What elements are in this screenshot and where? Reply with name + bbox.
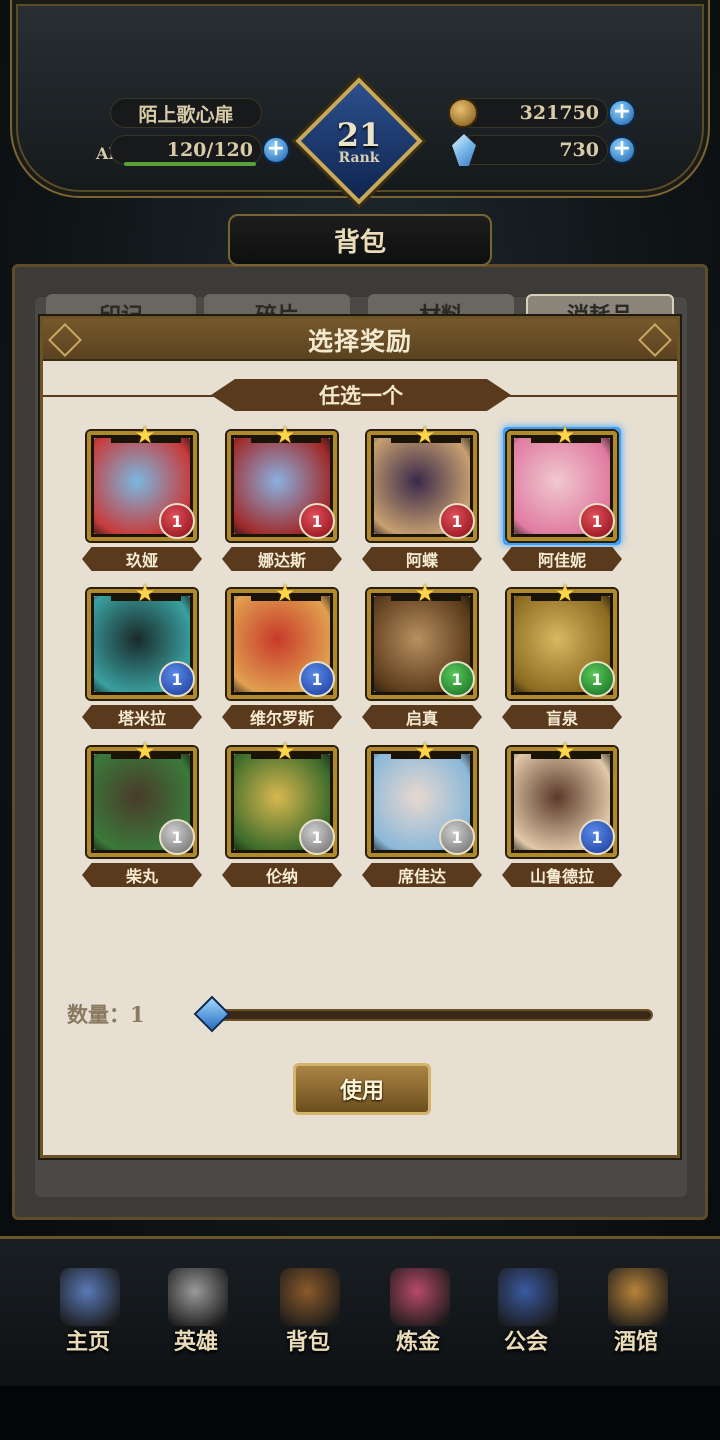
star-icon: ★ xyxy=(414,421,436,449)
nav-item[interactable]: 炼金 xyxy=(368,1252,468,1370)
hero-card[interactable]: ★ 1 xyxy=(367,423,477,541)
quantity-slider[interactable] xyxy=(211,1009,653,1021)
gold-coin-icon xyxy=(448,98,478,128)
hero-card[interactable]: ★ 1 xyxy=(367,581,477,699)
nav-label: 炼金 xyxy=(395,1329,440,1355)
green-element-icon: 1 xyxy=(579,661,615,697)
slider-handle[interactable] xyxy=(193,995,231,1033)
page-title: 背包 xyxy=(228,214,492,266)
hero-name: 盲泉 xyxy=(502,705,622,729)
nav-label: 英雄 xyxy=(173,1329,218,1355)
hero-card[interactable]: ★ 1 xyxy=(507,423,617,541)
star-icon: ★ xyxy=(554,421,576,449)
star-icon: ★ xyxy=(134,579,156,607)
hero-name: 阿蝶 xyxy=(362,547,482,571)
rank-number: 21 xyxy=(336,116,382,154)
nav-label: 背包 xyxy=(285,1329,330,1355)
quantity-label: 数量：1 xyxy=(67,1002,145,1027)
dialog-subtitle: 任选一个 xyxy=(211,379,511,411)
gray-element-icon: 1 xyxy=(439,819,475,855)
hero-card[interactable]: ★ 1 xyxy=(87,423,197,541)
hero-card[interactable]: ★ 1 xyxy=(507,739,617,857)
nav-item[interactable]: 背包 xyxy=(258,1252,358,1370)
add-gem-button[interactable]: + xyxy=(608,136,636,164)
hero-level: 1 xyxy=(311,827,323,847)
hero-name: 启真 xyxy=(362,705,482,729)
red-element-icon: 1 xyxy=(299,503,335,539)
star-icon: ★ xyxy=(414,737,436,765)
hero-card[interactable]: ★ 1 xyxy=(507,581,617,699)
nav-item[interactable]: 公会 xyxy=(476,1252,576,1370)
hero-level: 1 xyxy=(591,827,603,847)
hero-name: 山鲁德拉 xyxy=(502,863,622,887)
gold-amount: 321750 xyxy=(458,98,608,128)
hero-name: 阿佳妮 xyxy=(502,547,622,571)
add-gold-button[interactable]: + xyxy=(608,99,636,127)
star-icon: ★ xyxy=(554,579,576,607)
bottom-strip xyxy=(0,1386,720,1440)
hero-name: 席佳达 xyxy=(362,863,482,887)
hero-level: 1 xyxy=(591,669,603,689)
shield-icon xyxy=(498,1268,558,1326)
use-button[interactable]: 使用 xyxy=(293,1063,431,1115)
hero-name: 娜达斯 xyxy=(222,547,342,571)
hero-level: 1 xyxy=(451,511,463,531)
green-element-icon: 1 xyxy=(439,661,475,697)
gray-element-icon: 1 xyxy=(299,819,335,855)
backpack-icon xyxy=(280,1268,340,1326)
hero-card[interactable]: ★ 1 xyxy=(227,739,337,857)
ap-value: 120/120 xyxy=(110,135,262,165)
helmet-icon xyxy=(168,1268,228,1326)
star-icon: ★ xyxy=(134,421,156,449)
hero-name: 维尔罗斯 xyxy=(222,705,342,729)
nav-label: 酒馆 xyxy=(613,1329,658,1355)
hero-name: 玖娅 xyxy=(82,547,202,571)
hero-level: 1 xyxy=(171,669,183,689)
hero-card[interactable]: ★ 1 xyxy=(87,739,197,857)
dialog-title: 选择奖励 xyxy=(307,327,412,356)
hero-card[interactable]: ★ 1 xyxy=(227,423,337,541)
hero-name: 伦纳 xyxy=(222,863,342,887)
hero-name: 柴丸 xyxy=(82,863,202,887)
hero-level: 1 xyxy=(171,511,183,531)
nav-item[interactable]: 主页 xyxy=(38,1252,138,1370)
hero-level: 1 xyxy=(591,511,603,531)
beer-mug-icon xyxy=(608,1268,668,1326)
star-icon: ★ xyxy=(134,737,156,765)
gem-amount: 730 xyxy=(458,135,608,165)
blue-element-icon: 1 xyxy=(159,661,195,697)
star-icon: ★ xyxy=(274,737,296,765)
blue-element-icon: 1 xyxy=(299,661,335,697)
add-ap-button[interactable]: + xyxy=(262,136,290,164)
hero-level: 1 xyxy=(311,669,323,689)
nav-item[interactable]: 酒馆 xyxy=(586,1252,686,1370)
nav-label: 主页 xyxy=(65,1329,110,1355)
red-element-icon: 1 xyxy=(159,503,195,539)
ap-bar xyxy=(124,162,256,166)
nav-label: 公会 xyxy=(503,1329,548,1355)
hero-level: 1 xyxy=(171,827,183,847)
castle-icon xyxy=(60,1268,120,1326)
potion-icon xyxy=(390,1268,450,1326)
hero-name: 塔米拉 xyxy=(82,705,202,729)
top-header: 陌上歌心扉 AP 120/120 + 21 Rank 321750 + 730 … xyxy=(0,0,720,205)
hero-card[interactable]: ★ 1 xyxy=(87,581,197,699)
hero-card[interactable]: ★ 1 xyxy=(227,581,337,699)
gray-element-icon: 1 xyxy=(159,819,195,855)
red-element-icon: 1 xyxy=(439,503,475,539)
hero-card[interactable]: ★ 1 xyxy=(367,739,477,857)
select-reward-dialog: 选择奖励 任选一个 ★ 1 玖娅 ★ 1 娜达斯 ★ 1 阿蝶 ★ 1 阿佳妮 ★ 1 塔… xyxy=(40,316,680,1158)
red-element-icon: 1 xyxy=(579,503,615,539)
hero-level: 1 xyxy=(311,511,323,531)
player-name: 陌上歌心扉 xyxy=(110,98,262,128)
hero-level: 1 xyxy=(451,827,463,847)
rank-label: Rank xyxy=(338,150,380,166)
star-icon: ★ xyxy=(274,421,296,449)
blue-element-icon: 1 xyxy=(579,819,615,855)
nav-item[interactable]: 英雄 xyxy=(146,1252,246,1370)
star-icon: ★ xyxy=(554,737,576,765)
star-icon: ★ xyxy=(274,579,296,607)
hero-level: 1 xyxy=(451,669,463,689)
star-icon: ★ xyxy=(414,579,436,607)
